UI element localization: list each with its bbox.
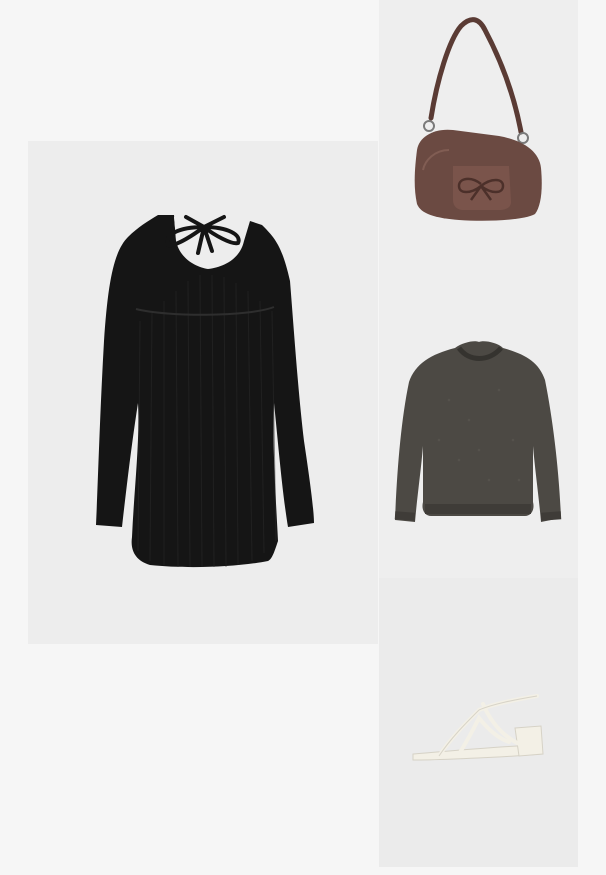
sweater-hem [425, 504, 531, 514]
sweater-icon [379, 290, 578, 578]
sandal-icon [379, 578, 578, 867]
product-tile-dress[interactable] [28, 141, 378, 644]
product-tile-sandal[interactable] [379, 578, 578, 867]
handbag-icon [379, 0, 578, 290]
product-tile-handbag[interactable] [379, 0, 578, 290]
product-tile-sweater[interactable] [379, 290, 578, 578]
sweater-cuff [394, 511, 416, 521]
sandal-heel [514, 725, 544, 757]
sweater-cuff [540, 511, 562, 521]
dress-icon [28, 141, 378, 644]
